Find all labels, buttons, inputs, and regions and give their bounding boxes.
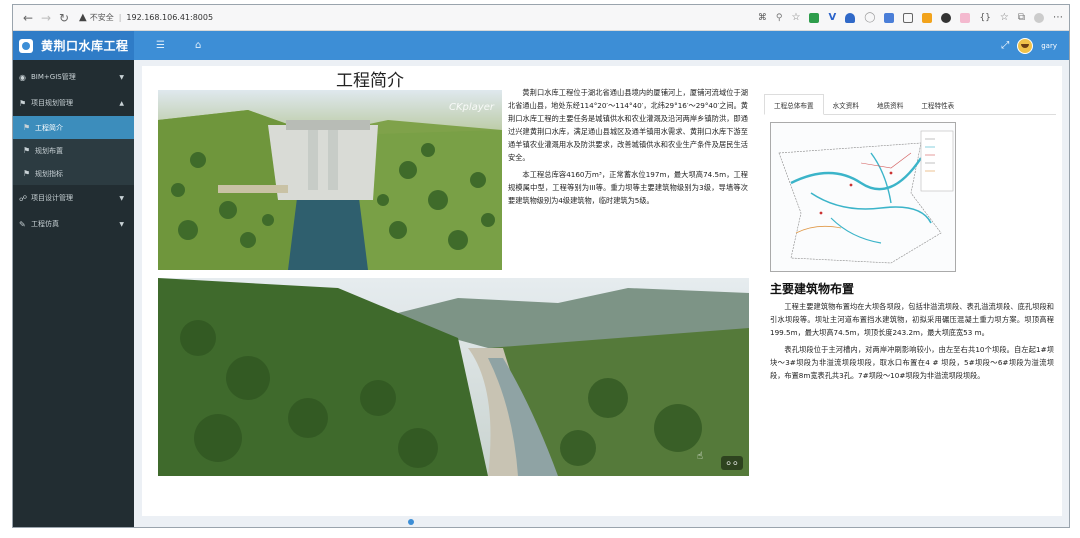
braces-icon[interactable]: {} xyxy=(979,13,990,23)
forward-arrow-icon[interactable]: → xyxy=(37,9,55,27)
zoom-icon[interactable]: ⚲ xyxy=(776,13,783,23)
sidebar-subitem-layout[interactable]: ⚑ 规划布置 xyxy=(13,139,134,162)
reload-icon[interactable]: ↻ xyxy=(55,9,73,27)
sidebar-subitem-indicators[interactable]: ⚑ 规划指标 xyxy=(13,162,134,185)
security-indicator[interactable]: ▲ 不安全 xyxy=(79,12,114,23)
sidebar-item-bim-gis[interactable]: ◉ BIM+GIS管理 ▼ xyxy=(13,64,134,90)
avatar[interactable] xyxy=(1017,37,1034,54)
intro-text: 黄荆口水库工程位于湖北省通山县境内的厦铺河上，厦铺河流域位于湖北省通山县，地处东… xyxy=(508,86,748,211)
sidebar-item-label: 工程仿真 xyxy=(31,220,59,228)
collections-icon[interactable]: ⧉ xyxy=(1018,12,1025,23)
browser-extension-icons: ⌘ ⚲ ☆ V ◯ {} ☆ ⧉ ⋯ xyxy=(758,12,1063,23)
dark-dot-icon[interactable] xyxy=(941,12,952,23)
page-title: 工程简介 xyxy=(336,71,404,91)
sidebar-item-planning[interactable]: ⚑ 项目规划管理 ▲ xyxy=(13,90,134,116)
dam-video-player[interactable]: CKplayer xyxy=(158,90,502,270)
header-user-area: ⤢ gary xyxy=(1001,37,1069,54)
river-valley-image xyxy=(158,278,749,476)
sidebar-item-label: 项目规划管理 xyxy=(31,99,73,107)
app-logo-icon xyxy=(19,38,33,53)
chevron-down-icon: ▼ xyxy=(119,73,124,81)
app-body: ◉ BIM+GIS管理 ▼ ⚑ 项目规划管理 ▲ ⚑ 工程简介 ⚑ 规划布置 ⚑… xyxy=(13,60,1069,527)
sidebar-item-design[interactable]: ☍ 项目设计管理 ▼ xyxy=(13,185,134,211)
globe-icon: ◉ xyxy=(19,72,26,82)
chevron-down-icon: ▼ xyxy=(119,194,124,202)
flag-icon: ⚑ xyxy=(23,146,31,155)
wrench-icon: ✎ xyxy=(19,219,26,229)
flag-icon: ⚑ xyxy=(23,169,31,178)
info-tabs: 工程总体布置 水文资料 地质资料 工程特性表 xyxy=(764,94,1056,115)
sidebar-item-simulation[interactable]: ✎ 工程仿真 ▼ xyxy=(13,211,134,237)
orange-extension-icon[interactable] xyxy=(922,12,933,23)
v-extension-icon[interactable]: V xyxy=(828,12,836,23)
sidebar-subitem-label: 工程简介 xyxy=(35,123,63,132)
app-title: 黄荆口水库工程 xyxy=(41,39,129,53)
username[interactable]: gary xyxy=(1041,42,1057,50)
browser-window: ← → ↻ ▲ 不安全 | 192.168.106.41:8005 ⌘ ⚲ ☆ … xyxy=(12,4,1070,528)
tab-characteristics[interactable]: 工程特性表 xyxy=(912,94,963,115)
window-icon[interactable] xyxy=(903,12,914,23)
hand-pointer-icon: ☝ xyxy=(696,451,703,462)
tab-hydrology[interactable]: 水文资料 xyxy=(824,94,868,115)
player-logo: CKplayer xyxy=(449,102,494,113)
circle-extension-icon[interactable]: ◯ xyxy=(864,12,875,23)
bookmark-star-icon[interactable]: ☆ xyxy=(792,12,801,23)
sidebar-item-label: 项目设计管理 xyxy=(31,194,73,202)
lock-extension-icon[interactable] xyxy=(845,12,856,23)
chevron-down-icon: ▼ xyxy=(119,220,124,228)
app-brand[interactable]: 黄荆口水库工程 xyxy=(13,31,134,60)
intro-paragraph-1: 黄荆口水库工程位于湖北省通山县境内的厦铺河上，厦铺河流域位于湖北省通山县，地处东… xyxy=(508,88,748,162)
green-extension-icon[interactable] xyxy=(809,12,820,23)
scroll-indicator[interactable] xyxy=(408,519,414,525)
app-header: 黄荆口水库工程 ☰ ⌂ ⤢ gary xyxy=(13,31,1069,60)
url-divider: | xyxy=(118,13,122,22)
fullscreen-icon[interactable]: ⤢ xyxy=(1001,40,1009,51)
vr-glasses-icon[interactable]: ⚪⚪ xyxy=(721,456,743,470)
sidebar-subitem-label: 规划指标 xyxy=(35,169,63,178)
flag-icon: ⚑ xyxy=(19,98,27,108)
sidebar-subitem-intro[interactable]: ⚑ 工程简介 xyxy=(13,116,134,139)
main-content: 工程简介 CKplayer 黄荆口水库工程位于湖北省通山县境内的厦铺河上，厦铺河… xyxy=(134,60,1069,527)
sidebar-item-label: BIM+GIS管理 xyxy=(31,73,76,81)
back-arrow-icon[interactable]: ← xyxy=(19,9,37,27)
tab-geology[interactable]: 地质资料 xyxy=(868,94,912,115)
intro-paragraph-2: 本工程总库容4160万m³，正常蓄水位197m，最大坝高74.5m，工程规模属中… xyxy=(508,170,748,205)
grid-icon[interactable]: ⌘ xyxy=(758,13,767,23)
menu-toggle-icon[interactable]: ☰ xyxy=(156,40,165,51)
section-text: 工程主要建筑物布置均在大坝各坝段，包括非溢流坝段、表孔溢流坝段、底孔坝段和引水坝… xyxy=(770,300,1054,386)
section-title: 主要建筑物布置 xyxy=(770,282,855,296)
flag-icon: ⚑ xyxy=(23,123,31,132)
content-card: 工程简介 CKplayer 黄荆口水库工程位于湖北省通山县境内的厦铺河上，厦铺河… xyxy=(142,66,1062,516)
section-paragraph-1: 工程主要建筑物布置均在大坝各坝段，包括非溢流坝段、表孔溢流坝段、底孔坝段和引水坝… xyxy=(770,302,1054,337)
more-menu-icon[interactable]: ⋯ xyxy=(1053,12,1063,23)
chevron-up-icon: ▲ xyxy=(119,99,124,107)
address-bar[interactable]: 192.168.106.41:8005 xyxy=(126,13,213,22)
layout-map-image xyxy=(770,122,956,272)
dam-rendering-image xyxy=(158,90,502,270)
warning-icon: ▲ xyxy=(79,12,87,23)
sidebar-subitem-label: 规划布置 xyxy=(35,146,63,155)
share-icon: ☍ xyxy=(19,193,28,203)
river-map-drawing xyxy=(771,123,955,271)
tab-overall-layout[interactable]: 工程总体布置 xyxy=(764,94,824,115)
sidebar: ◉ BIM+GIS管理 ▼ ⚑ 项目规划管理 ▲ ⚑ 工程简介 ⚑ 规划布置 ⚑… xyxy=(13,60,134,527)
profile-icon[interactable] xyxy=(1034,12,1044,23)
river-video-player[interactable]: ☝ ⚪⚪ xyxy=(158,278,749,476)
bar-chart-icon[interactable] xyxy=(884,12,895,23)
browser-toolbar: ← → ↻ ▲ 不安全 | 192.168.106.41:8005 ⌘ ⚲ ☆ … xyxy=(13,5,1069,31)
section-paragraph-2: 表孔坝段位于主河槽内，对两岸冲刷影响较小，由左至右共10个坝段。自左起1#坝块～… xyxy=(770,345,1054,380)
sidebar-submenu: ⚑ 工程简介 ⚑ 规划布置 ⚑ 规划指标 xyxy=(13,116,134,185)
favorites-icon[interactable]: ☆ xyxy=(1000,12,1009,23)
security-label: 不安全 xyxy=(89,13,114,22)
pink-extension-icon[interactable] xyxy=(960,12,971,23)
home-icon[interactable]: ⌂ xyxy=(195,40,201,51)
